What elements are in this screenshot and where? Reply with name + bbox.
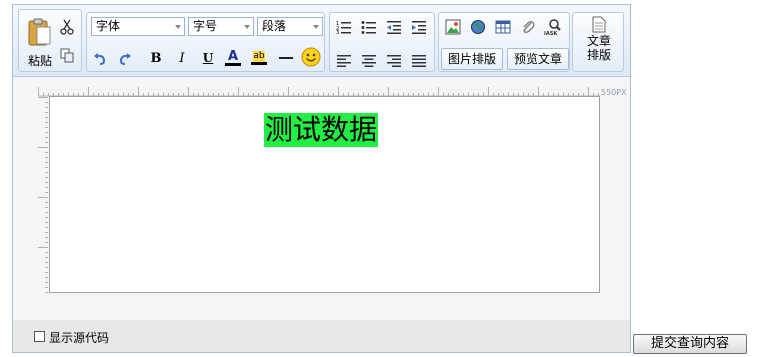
article-layout-group[interactable]: 文章 排版: [572, 12, 624, 72]
italic-icon: I: [179, 50, 185, 66]
insert-image-button[interactable]: [442, 16, 464, 38]
preview-article-button[interactable]: 预览文章: [507, 48, 569, 70]
outdent-icon: [387, 21, 401, 34]
align-right-icon: [387, 54, 401, 67]
show-source-checkbox[interactable]: [34, 331, 45, 342]
clipboard-group: 粘贴: [18, 9, 82, 72]
underline-button[interactable]: U: [197, 47, 219, 69]
paragraph-value: 段落: [262, 19, 287, 33]
ordered-list-icon: 123: [336, 21, 351, 34]
font-family-select[interactable]: 字体: [91, 17, 185, 36]
paste-button[interactable]: [25, 16, 53, 48]
page-width-label: 550PX: [601, 88, 627, 97]
article-layout-label-2: 排版: [586, 48, 611, 62]
document-icon: [592, 16, 606, 33]
format-group: B I U A ab: [144, 45, 325, 72]
ordered-list-button[interactable]: 123: [333, 16, 355, 38]
insert-table-button[interactable]: [492, 16, 514, 38]
justify-button[interactable]: [408, 49, 430, 71]
unordered-list-button[interactable]: [358, 16, 380, 38]
horizontal-rule-button[interactable]: [275, 47, 297, 69]
font-size-select[interactable]: 字号: [188, 17, 254, 36]
image-layout-button[interactable]: 图片排版: [441, 48, 503, 70]
vertical-ruler: [38, 97, 48, 293]
highlight-icon: ab: [253, 51, 265, 62]
cut-button[interactable]: [58, 18, 76, 36]
highlight-button[interactable]: ab: [248, 47, 270, 69]
list-align-group: 123: [329, 12, 435, 72]
smiley-icon: [301, 47, 321, 67]
indent-button[interactable]: [408, 16, 430, 38]
image-icon: [445, 19, 461, 35]
undo-icon: [94, 53, 106, 65]
indent-icon: [412, 21, 426, 34]
insert-group: IASK 图片排版 预览文章: [438, 12, 570, 72]
paste-label[interactable]: 粘贴: [25, 55, 55, 68]
font-family-value: 字体: [96, 19, 121, 33]
show-source-label[interactable]: 显示源代码: [49, 331, 109, 345]
bold-button[interactable]: B: [145, 47, 167, 69]
copy-icon: [60, 48, 74, 63]
editor-content-text[interactable]: 测试数据: [264, 113, 379, 147]
redo-icon: [119, 53, 131, 65]
outdent-button[interactable]: [383, 16, 405, 38]
iask-search-icon: IASK: [544, 19, 561, 36]
chevron-down-icon: [175, 25, 181, 29]
svg-text:3: 3: [336, 30, 339, 34]
paragraph-select[interactable]: 段落: [257, 17, 323, 36]
copy-button[interactable]: [58, 46, 76, 64]
italic-button[interactable]: I: [171, 47, 193, 69]
font-color-button[interactable]: A: [222, 47, 244, 69]
undo-button[interactable]: [89, 48, 111, 70]
bold-icon: B: [150, 50, 162, 66]
submit-query-button[interactable]: 提交查询内容: [633, 334, 747, 354]
redo-button[interactable]: [114, 48, 136, 70]
align-center-button[interactable]: [358, 49, 380, 71]
article-layout-label-1: 文章: [586, 34, 611, 48]
chevron-down-icon: [244, 25, 250, 29]
emoticon-button[interactable]: [300, 46, 322, 68]
editor-toolbar: 粘贴 字体 字号 段落 B I U A ab 1 2 3 IASK 图片排版 预…: [13, 5, 630, 77]
justify-icon: [412, 54, 426, 67]
underline-icon: U: [202, 51, 214, 65]
font-size-value: 字号: [193, 19, 218, 33]
align-left-button[interactable]: [333, 49, 355, 71]
insert-media-button[interactable]: [467, 16, 489, 38]
globe-icon: [471, 20, 485, 34]
chevron-down-icon: [313, 25, 319, 29]
align-center-icon: [362, 54, 376, 67]
svg-text:IASK: IASK: [544, 31, 558, 36]
scissors-icon: [60, 19, 74, 35]
iask-search-button[interactable]: IASK: [542, 16, 564, 38]
clipboard-icon: [28, 18, 51, 46]
horizontal-line-icon: [279, 57, 293, 59]
paperclip-icon: [523, 21, 535, 33]
font-color-icon: A: [227, 49, 239, 64]
unordered-list-icon: [361, 21, 376, 34]
align-left-icon: [337, 54, 351, 67]
align-right-button[interactable]: [383, 49, 405, 71]
table-icon: [495, 20, 511, 34]
attachment-button[interactable]: [517, 16, 539, 38]
